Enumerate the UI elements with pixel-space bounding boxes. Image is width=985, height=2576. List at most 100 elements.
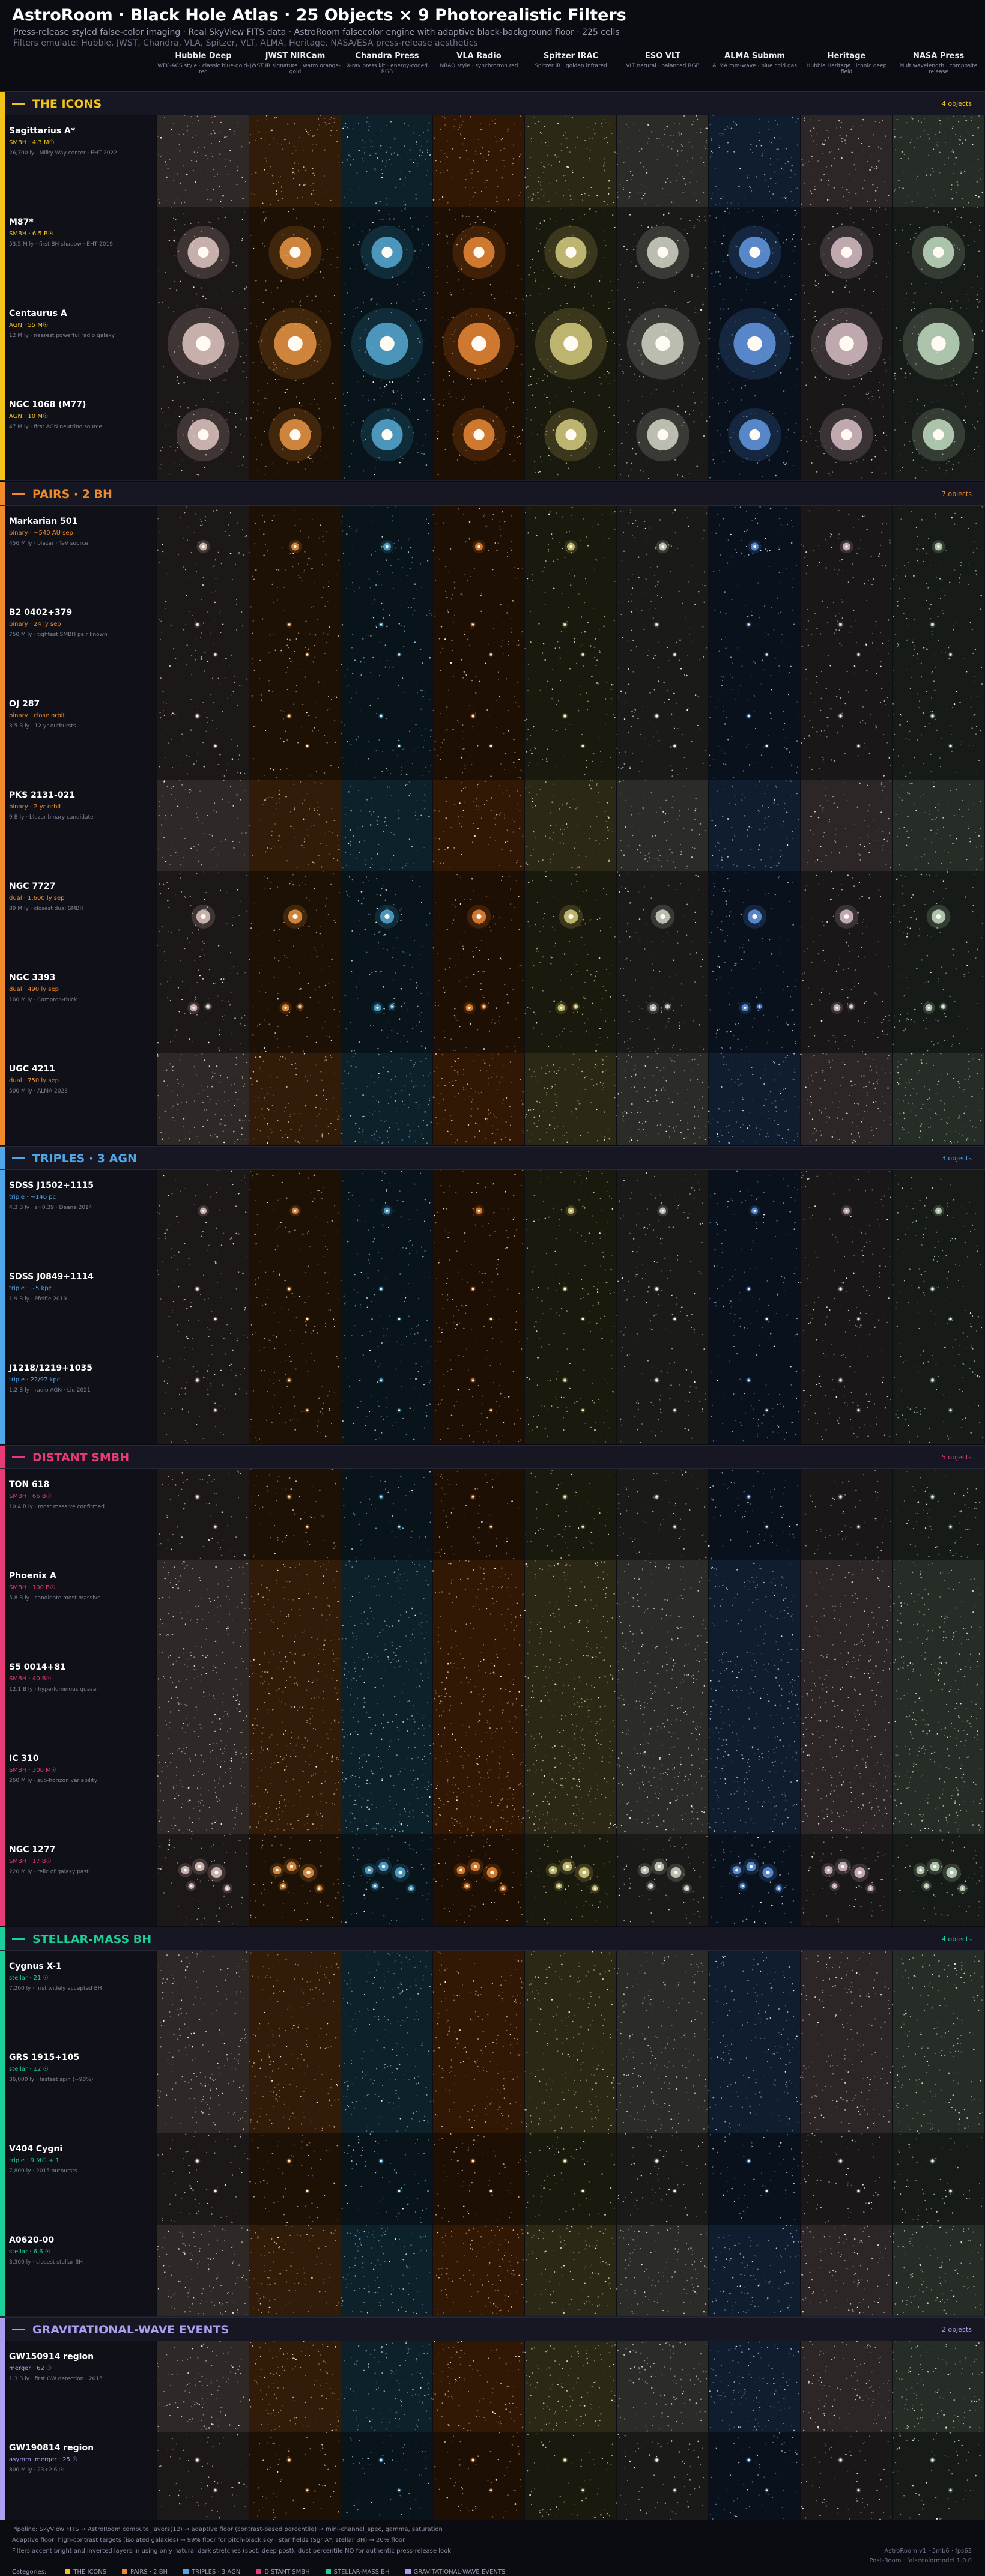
star [706,142,707,143]
star [783,525,784,526]
star [696,465,698,467]
source-a-core [564,624,566,626]
star [425,340,426,341]
filter-image-cell[interactable] [157,389,249,480]
filter-image-cell[interactable] [157,207,249,298]
star [837,213,838,214]
filter-image-cell[interactable] [433,597,524,688]
star [595,559,596,560]
filter-image-cell[interactable] [157,506,249,597]
filter-image-cell[interactable] [249,506,341,597]
filter-image-cell[interactable] [432,298,524,389]
filter-image-cell[interactable] [893,506,984,597]
filter-image-cell[interactable] [893,389,984,480]
filter-image-cell[interactable] [709,389,800,480]
filter-image-cell[interactable] [709,506,800,597]
filter-image-cell[interactable] [801,207,892,298]
star [411,705,412,706]
galaxy-core [289,247,300,258]
filter-image-cell[interactable] [617,389,708,480]
star [511,618,512,619]
filter-image-cell[interactable] [249,389,341,480]
filter-image-cell[interactable] [249,207,341,298]
filter-image-cell[interactable] [525,506,616,597]
star [806,351,807,352]
star [872,261,873,262]
star [237,170,238,171]
filter-image-cell[interactable] [616,115,708,207]
filter-image-cell[interactable] [524,597,616,688]
filter-image-cell[interactable] [433,115,524,207]
source-core [294,545,297,548]
star [801,544,802,545]
star [488,154,489,156]
filter-image-cell[interactable] [157,298,249,389]
filter-image-cell[interactable] [617,298,708,389]
filter-image-cell[interactable] [157,115,249,207]
filter-image-cell[interactable] [341,506,432,597]
filter-image-cell[interactable] [893,207,984,298]
filter-image-cell[interactable] [249,298,341,389]
star [780,612,781,613]
filter-image-cell[interactable] [525,389,616,480]
star [184,202,185,203]
filter-image-cell[interactable] [617,597,708,688]
filter-image-cell[interactable] [433,207,524,298]
filter-image-cell[interactable] [341,688,432,780]
filter-image-cell[interactable] [708,115,800,207]
filter-image-cell[interactable] [801,115,892,207]
filter-image-cell[interactable] [524,688,616,780]
star [240,356,242,358]
star [318,730,319,731]
filter-image-cell[interactable] [341,597,432,688]
star [256,459,257,460]
star [607,204,608,205]
filter-image-cell[interactable] [432,389,524,480]
star [445,282,446,283]
filter-image-cell[interactable] [157,688,249,780]
star [359,241,360,243]
filter-image-cell[interactable] [801,389,892,480]
filter-image-cell[interactable] [341,115,432,207]
star [527,168,528,169]
source-a-core [748,624,750,626]
filter-image-cell[interactable] [709,298,800,389]
filter-image-cell[interactable] [525,207,616,298]
star [696,132,697,133]
filter-image-cell[interactable] [801,597,892,688]
star [566,462,567,464]
filter-image-cell[interactable] [801,506,892,597]
filter-image-cell[interactable] [524,115,616,207]
star [865,643,866,644]
filter-image-cell[interactable] [617,506,708,597]
filter-image-cell[interactable] [525,298,616,389]
filter-image-cell[interactable] [432,506,524,597]
star [258,390,259,391]
star [298,575,299,576]
filter-image-cell[interactable] [617,207,708,298]
star [810,204,811,205]
filter-image-cell[interactable] [893,115,984,207]
star [243,362,244,363]
filter-image-cell[interactable] [341,298,432,389]
star [571,391,572,392]
filter-image-cell[interactable] [893,298,984,389]
star [499,521,500,522]
filter-image-cell[interactable] [341,207,432,298]
filter-image-cell[interactable] [709,597,800,688]
filter-image-cell[interactable] [801,298,892,389]
star [806,573,807,574]
filter-image-cell[interactable] [341,389,432,480]
star [289,142,290,144]
filter-image-cell[interactable] [157,597,249,688]
star [966,661,967,662]
star [670,571,671,572]
filter-image-cell[interactable] [893,597,984,688]
filter-image-cell[interactable] [709,207,800,298]
filter-image-cell[interactable] [249,597,341,688]
filter-image-cell[interactable] [249,115,341,207]
filter-image-cell[interactable] [249,688,341,780]
star [957,300,958,302]
star [225,531,226,532]
filter-image-cell[interactable] [433,688,524,780]
